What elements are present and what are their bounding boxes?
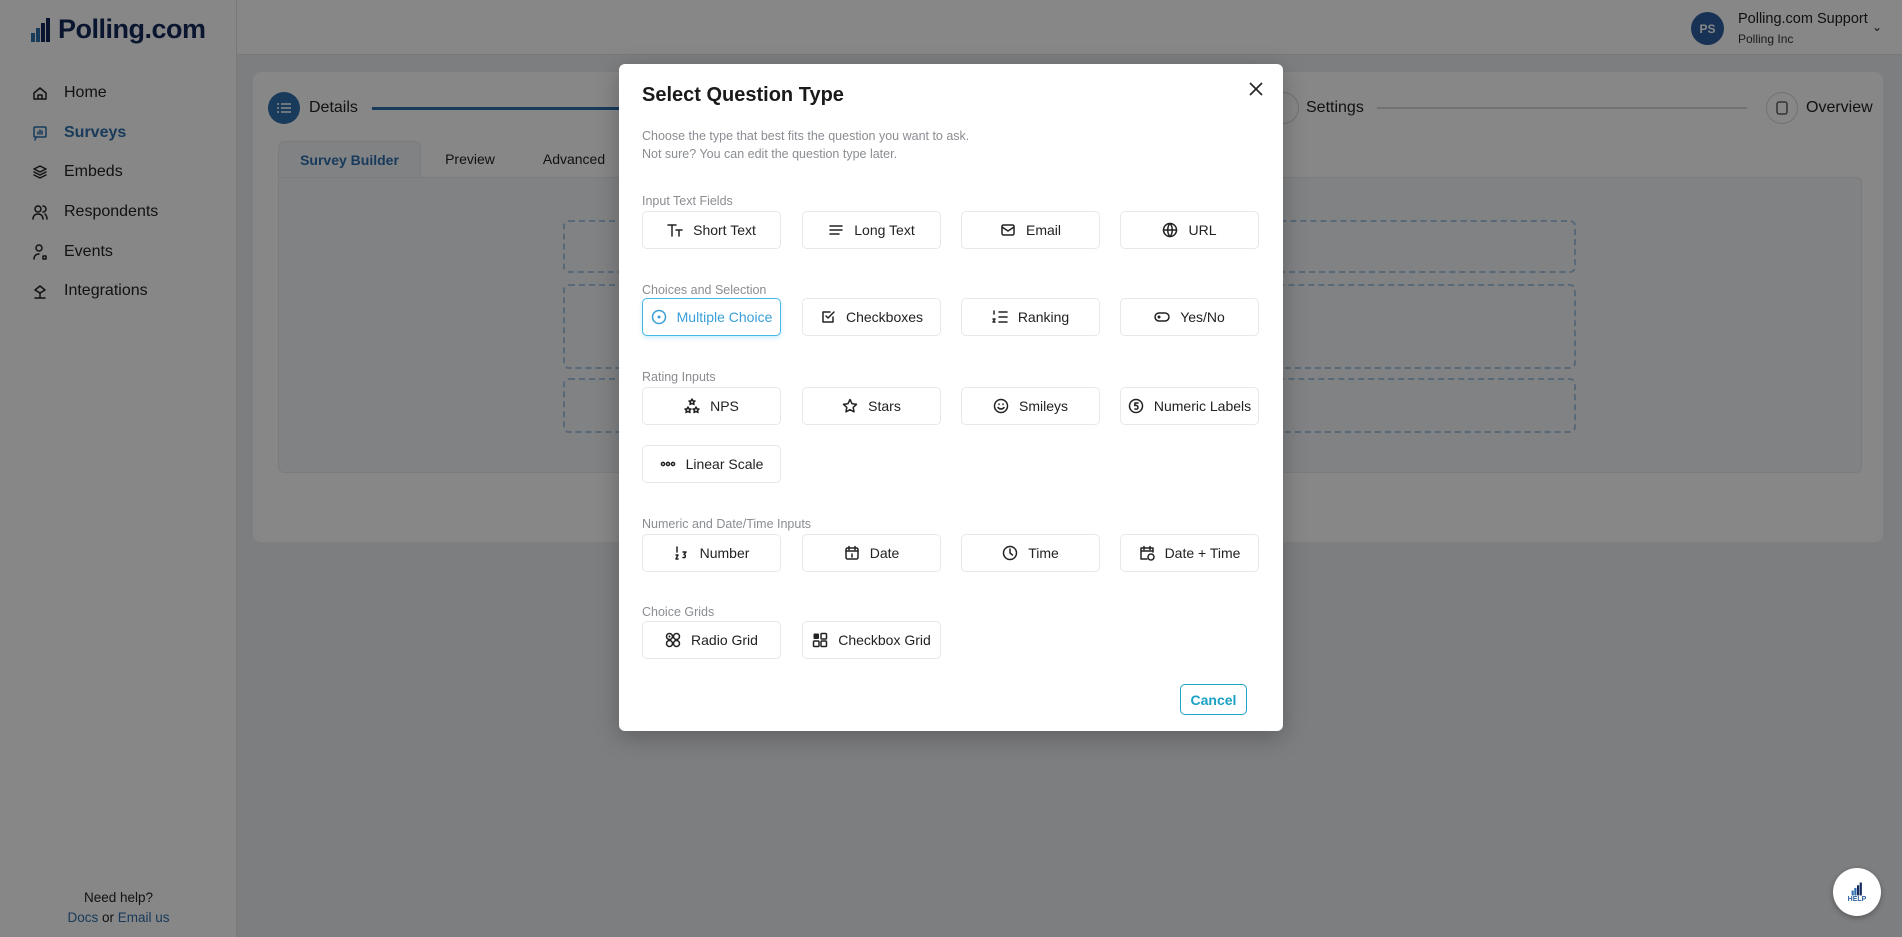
logo-icon bbox=[1851, 882, 1862, 895]
close-icon[interactable] bbox=[1245, 78, 1267, 100]
question-type-checkboxes[interactable]: Checkboxes bbox=[802, 298, 941, 336]
section-label: Input Text Fields bbox=[642, 194, 733, 208]
cancel-button[interactable]: Cancel bbox=[1180, 684, 1247, 715]
globe-www-icon bbox=[1163, 222, 1178, 238]
question-type-label: Date + Time bbox=[1164, 545, 1241, 561]
question-type-label: Ranking bbox=[1017, 309, 1070, 325]
question-type-label: Email bbox=[1025, 222, 1061, 238]
question-type-label: Long Text bbox=[854, 222, 915, 238]
radio-icon bbox=[651, 309, 666, 325]
question-type-label: Numeric Labels bbox=[1153, 398, 1252, 414]
question-type-label: URL bbox=[1188, 222, 1217, 238]
question-type-checkbox-grid[interactable]: Checkbox Grid bbox=[802, 621, 941, 659]
question-type-label: Radio Grid bbox=[691, 632, 758, 648]
question-type-label: Multiple Choice bbox=[676, 309, 773, 325]
question-type-date-time[interactable]: Date + Time bbox=[1120, 534, 1259, 572]
question-type-label: Short Text bbox=[693, 222, 756, 238]
calendar-clock-icon bbox=[1139, 545, 1155, 561]
section-label: Choices and Selection bbox=[642, 283, 767, 297]
question-type-label: Date bbox=[869, 545, 900, 561]
text-size-icon bbox=[667, 224, 683, 237]
question-type-date[interactable]: Date bbox=[802, 534, 941, 572]
question-type-label: Time bbox=[1028, 545, 1059, 561]
section-label: Rating Inputs bbox=[642, 370, 716, 384]
question-type-radio-grid[interactable]: Radio Grid bbox=[642, 621, 781, 659]
question-type-multiple-choice[interactable]: Multiple Choice bbox=[642, 298, 781, 336]
question-type-url[interactable]: URL bbox=[1120, 211, 1259, 249]
question-type-ranking[interactable]: Ranking bbox=[961, 298, 1100, 336]
help-button[interactable]: HELP bbox=[1833, 868, 1881, 916]
question-type-short-text[interactable]: Short Text bbox=[642, 211, 781, 249]
lines-icon bbox=[829, 225, 844, 235]
question-type-label: Stars bbox=[868, 398, 901, 414]
question-type-label: Number bbox=[699, 545, 750, 561]
star-icon bbox=[842, 398, 858, 413]
checkbox-grid-icon bbox=[812, 632, 828, 648]
dialog-description: Choose the type that best fits the quest… bbox=[642, 127, 969, 163]
dialog-title: Select Question Type bbox=[642, 84, 844, 106]
question-type-email[interactable]: Email bbox=[961, 211, 1100, 249]
dots-icon bbox=[660, 461, 675, 467]
numbers-icon bbox=[674, 546, 687, 560]
mail-icon bbox=[1001, 224, 1015, 236]
section-label: Choice Grids bbox=[642, 605, 715, 619]
question-type-linear-scale[interactable]: Linear Scale bbox=[642, 445, 781, 483]
smiley-icon bbox=[993, 398, 1009, 414]
question-type-label: NPS bbox=[710, 398, 739, 414]
toggle-icon bbox=[1154, 312, 1170, 322]
help-label: HELP bbox=[1847, 895, 1867, 903]
question-type-label: Smileys bbox=[1018, 398, 1068, 414]
question-type-number[interactable]: Number bbox=[642, 534, 781, 572]
select-question-type-dialog: Select Question Type Choose the type tha… bbox=[619, 64, 1283, 731]
question-type-smileys[interactable]: Smileys bbox=[961, 387, 1100, 425]
ordered-list-icon bbox=[992, 310, 1008, 323]
question-type-numeric-labels[interactable]: Numeric Labels bbox=[1120, 387, 1259, 425]
clock-icon bbox=[1002, 545, 1018, 561]
desc-line: Not sure? You can edit the question type… bbox=[642, 147, 898, 161]
question-type-label: Checkboxes bbox=[845, 309, 924, 325]
section-label: Numeric and Date/Time Inputs bbox=[642, 517, 812, 531]
question-type-nps[interactable]: NPS bbox=[642, 387, 781, 425]
checkbox-icon bbox=[822, 311, 835, 323]
question-type-label: Linear Scale bbox=[685, 456, 764, 472]
question-type-label: Yes/No bbox=[1180, 309, 1225, 325]
question-type-stars[interactable]: Stars bbox=[802, 387, 941, 425]
question-type-long-text[interactable]: Long Text bbox=[802, 211, 941, 249]
question-type-label: Checkbox Grid bbox=[838, 632, 931, 648]
question-type-time[interactable]: Time bbox=[961, 534, 1100, 572]
calendar-icon bbox=[844, 545, 859, 560]
desc-line: Choose the type that best fits the quest… bbox=[642, 129, 970, 143]
question-type-yes-no[interactable]: Yes/No bbox=[1120, 298, 1259, 336]
radio-grid-icon bbox=[665, 632, 681, 648]
stars-group-icon bbox=[684, 398, 700, 414]
coin-number-icon bbox=[1128, 398, 1144, 414]
